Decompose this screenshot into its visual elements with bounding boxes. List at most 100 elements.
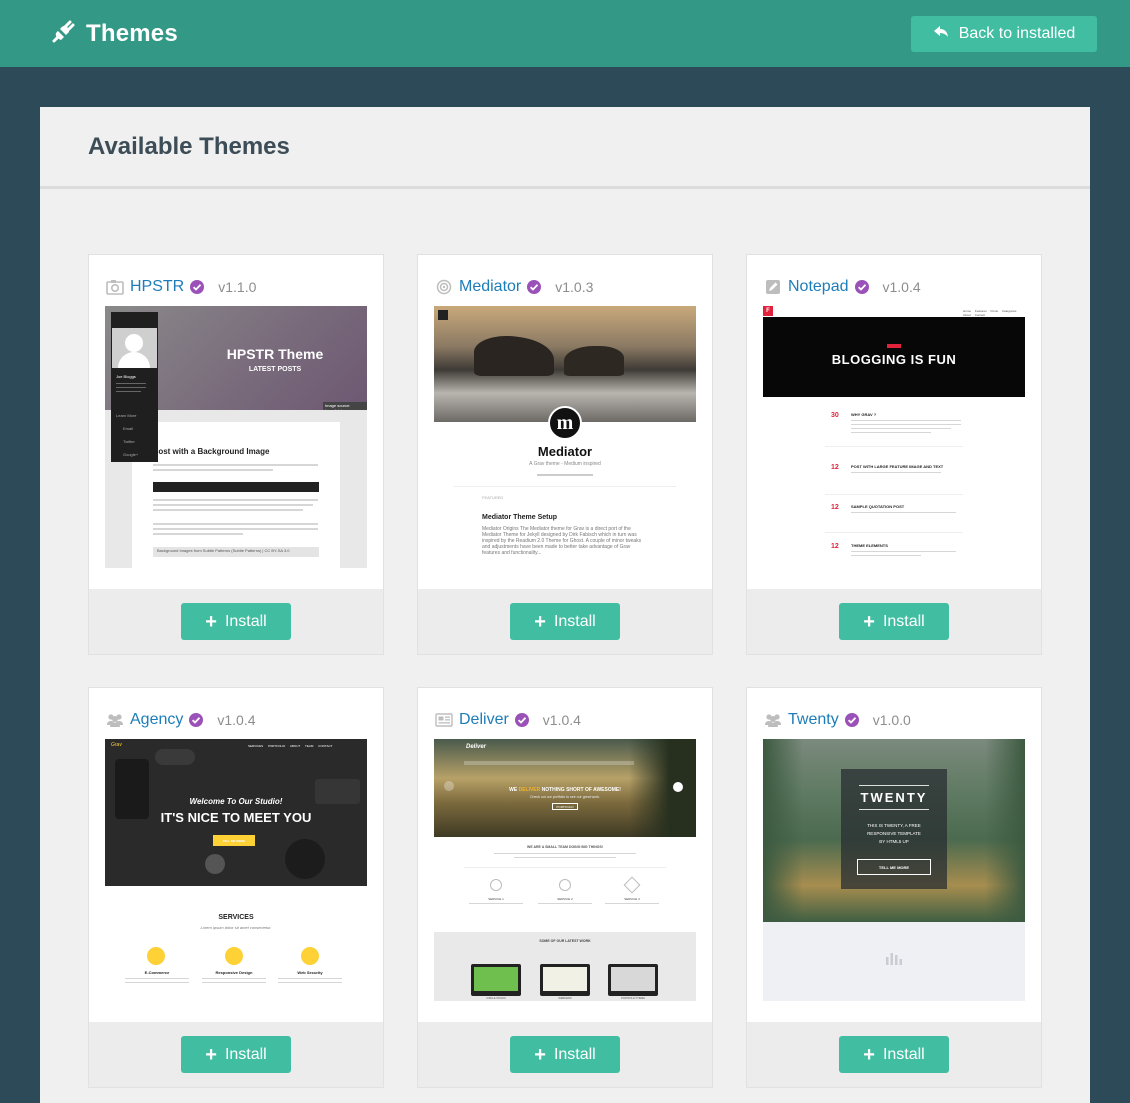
post-title: SAMPLE QUOTATION POST: [851, 504, 905, 509]
theme-card-agency: Agency v1.0.4 Grav SERVICES PORTFOLIO AB…: [88, 687, 384, 1088]
theme-card-hpstr: HPSTR v1.1.0 HPSTR Theme LATEST POSTS Im…: [88, 254, 384, 655]
theme-name-link[interactable]: Mediator: [459, 278, 521, 296]
theme-preview-image[interactable]: HPSTR Theme LATEST POSTS Image source: t…: [105, 306, 367, 568]
post-title: WHY GRAV ?: [851, 412, 877, 417]
preview-service: E-Commerce: [144, 970, 170, 975]
preview-footer: Background Images from Subtle Patterns (…: [157, 548, 290, 553]
preview-work: PORTFOLIO THEME: [621, 997, 645, 1000]
theme-name-link[interactable]: Notepad: [788, 278, 849, 296]
plus-icon: +: [205, 610, 217, 633]
pencil-icon: [764, 279, 782, 295]
preview-service: SERVICE 3: [624, 897, 640, 901]
preview-heading: TWENTY: [860, 790, 928, 805]
preview-menu-item: Google+: [123, 452, 139, 457]
preview-section-title: SERVICES: [218, 914, 254, 921]
verified-badge-icon: [189, 713, 204, 727]
card-header: Agency v1.0.4: [106, 710, 373, 730]
preview-menu-item: Learn More: [116, 413, 137, 418]
preview-tagline: A Grav theme - Medium inspired: [529, 461, 601, 467]
theme-preview-image[interactable]: F Home Features Posts Categories About C…: [763, 306, 1025, 568]
install-button[interactable]: + Install: [181, 603, 291, 640]
post-title: POST WITH LARGE FEATURE IMAGE AND TEXT: [851, 464, 944, 469]
theme-preview-image[interactable]: Grav SERVICES PORTFOLIO ABOUT TEAM CONTA…: [105, 739, 367, 1001]
verified-badge-icon: [190, 280, 205, 294]
verified-badge-icon: [514, 713, 529, 727]
install-label: Install: [553, 612, 596, 630]
plus-icon: +: [205, 1043, 217, 1066]
verified-badge-icon: [844, 713, 859, 727]
back-to-installed-button[interactable]: Back to installed: [911, 16, 1097, 52]
preview-line: THIS IS TWENTY, A FREE: [867, 823, 921, 828]
theme-preview-image[interactable]: TWENTY THIS IS TWENTY, A FREE RESPONSIVE…: [763, 739, 1025, 1001]
card-footer: + Install: [747, 589, 1041, 654]
preview-logo: m: [556, 411, 574, 434]
preview-heading: WE DELIVER NOTHING SHORT OF AWESOME!: [509, 787, 621, 793]
preview-work: WEBDRAW: [558, 997, 572, 1000]
post-title: THEME ELEMENTS: [851, 543, 888, 548]
preview-menu-item: Email: [123, 426, 134, 431]
install-button[interactable]: + Install: [839, 603, 949, 640]
theme-name-link[interactable]: Deliver: [459, 711, 509, 729]
preview-section-title: SOME OF OUR LATEST WORK: [539, 939, 591, 943]
card-footer: + Install: [418, 1022, 712, 1087]
reply-arrow-icon: [933, 23, 950, 45]
preview-subheading: LATEST POSTS: [248, 366, 302, 373]
preview-heading: HPSTR Theme: [226, 346, 324, 362]
theme-name-link[interactable]: Agency: [130, 711, 183, 729]
card-header: HPSTR v1.1.0: [106, 277, 373, 297]
install-label: Install: [224, 612, 267, 630]
theme-version: v1.0.3: [555, 279, 594, 295]
preview-excerpt: Mediator Origins The Mediator theme for …: [482, 526, 642, 556]
plus-icon: +: [534, 1043, 546, 1066]
newspaper-icon: [435, 712, 453, 728]
target-icon: [435, 279, 453, 295]
plus-icon: +: [863, 610, 875, 633]
theme-version: v1.1.0: [218, 279, 257, 295]
top-bar: Themes Back to installed: [0, 0, 1130, 67]
install-button[interactable]: + Install: [839, 1036, 949, 1073]
card-footer: + Install: [89, 589, 383, 654]
preview-brand: Grav: [111, 742, 122, 748]
theme-card-mediator: Mediator v1.0.3 m Mediator A Grav theme …: [417, 254, 713, 655]
theme-version: v1.0.4: [542, 712, 581, 728]
post-date: 30: [831, 412, 839, 419]
install-button[interactable]: + Install: [510, 603, 620, 640]
theme-preview-image[interactable]: Deliver WE DELIVER NOTHING SHORT OF AWES…: [434, 739, 696, 1001]
preview-work: CIRCLE STUDIO: [486, 997, 506, 1000]
theme-card-deliver: Deliver v1.0.4 Deliver WE DELIVER NOTHIN…: [417, 687, 713, 1088]
panel-heading: Available Themes: [88, 132, 290, 160]
title-wrap: Themes: [50, 18, 178, 50]
install-button[interactable]: + Install: [510, 1036, 620, 1073]
preview-user: Joe Bloggs: [116, 374, 136, 379]
page-title: Themes: [86, 20, 178, 47]
preview-nav: SERVICES PORTFOLIO ABOUT TEAM CONTACT: [248, 744, 333, 748]
card-header: Twenty v1.0.0: [764, 710, 1031, 730]
back-button-label: Back to installed: [958, 25, 1076, 42]
users-icon: [106, 712, 124, 728]
preview-cta: TELL ME MORE: [222, 838, 246, 843]
preview-menu-item: Twitter: [123, 439, 135, 444]
preview-service: Web Security: [297, 970, 323, 975]
install-button[interactable]: + Install: [181, 1036, 291, 1073]
preview-heading: BLOGGING IS FUN: [831, 352, 957, 367]
preview-heading: IT'S NICE TO MEET YOU: [160, 810, 312, 825]
install-label: Install: [553, 1045, 596, 1063]
camera-icon: [106, 279, 124, 295]
preview-logo: F: [766, 308, 770, 314]
theme-name-link[interactable]: Twenty: [788, 711, 839, 729]
panel-header: Available Themes: [40, 107, 1090, 189]
theme-version: v1.0.4: [217, 712, 256, 728]
theme-preview-image[interactable]: m Mediator A Grav theme - Medium inspire…: [434, 306, 696, 568]
card-header: Notepad v1.0.4: [764, 277, 1031, 297]
plug-icon: [50, 19, 76, 50]
theme-name-link[interactable]: HPSTR: [130, 278, 184, 296]
preview-heading: Mediator: [537, 444, 593, 459]
themes-panel: Available Themes HPSTR v1.1.0 HPSTR Them…: [40, 107, 1090, 1103]
card-footer: + Install: [89, 1022, 383, 1087]
theme-card-notepad: Notepad v1.0.4 F Home Features Posts Cat…: [746, 254, 1042, 655]
card-footer: + Install: [747, 1022, 1041, 1087]
preview-service: SERVICE 1: [488, 897, 504, 901]
theme-version: v1.0.0: [872, 712, 911, 728]
preview-service: Responsive Design: [215, 970, 253, 975]
install-label: Install: [882, 612, 925, 630]
